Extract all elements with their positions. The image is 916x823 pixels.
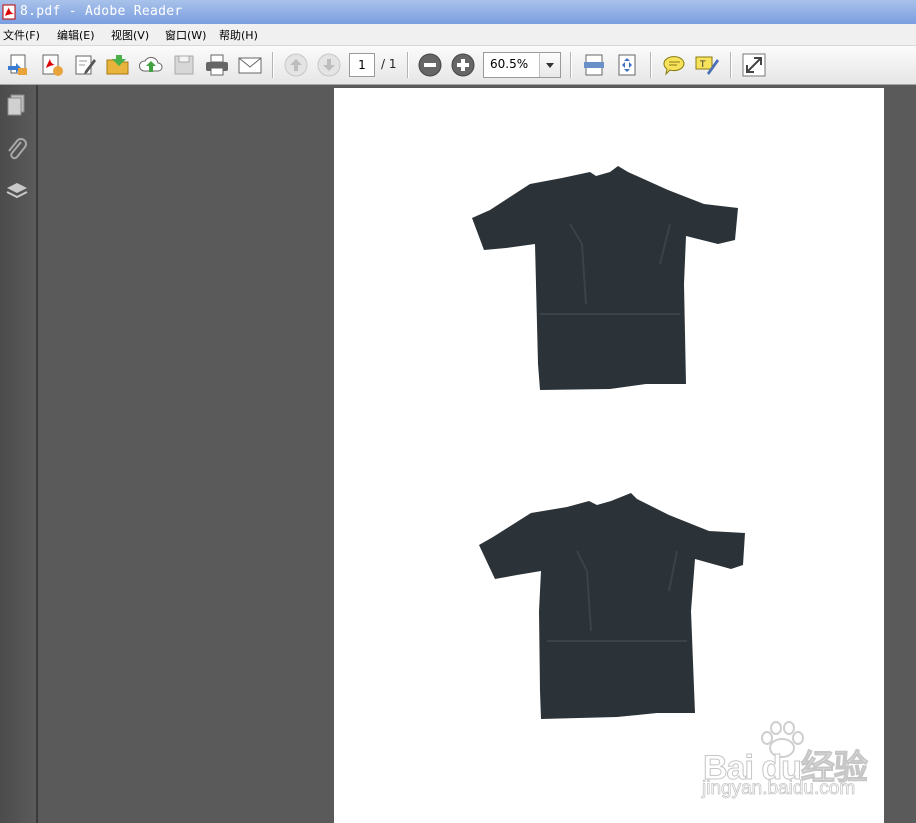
- zoom-select[interactable]: 60.5%: [483, 52, 561, 78]
- highlight-icon[interactable]: T: [693, 51, 721, 79]
- toolbar: T: [0, 46, 916, 85]
- menu-edit[interactable]: 编辑(E): [57, 27, 95, 43]
- svg-text:T: T: [699, 60, 706, 70]
- title-bar: 8.pdf - Adobe Reader: [0, 0, 916, 24]
- menu-view[interactable]: 视图(V): [111, 27, 149, 43]
- zoom-in-icon[interactable]: [449, 51, 477, 79]
- create-pdf-icon[interactable]: [5, 51, 33, 79]
- toolbar-separator: [570, 52, 572, 78]
- convert-icon[interactable]: [38, 51, 66, 79]
- attachments-icon[interactable]: [4, 136, 30, 162]
- toolbar-separator: [650, 52, 652, 78]
- menu-file[interactable]: 文件(F): [3, 27, 40, 43]
- save-icon[interactable]: [170, 51, 198, 79]
- fit-page-icon[interactable]: [613, 51, 641, 79]
- tshirt-image: [472, 166, 738, 390]
- tshirt-image: [479, 493, 745, 719]
- watermark-url: jingyan.baidu.com: [702, 778, 856, 800]
- menu-bar: 文件(F) 编辑(E) 视图(V) 窗口(W) 帮助(H): [0, 24, 916, 46]
- toolbar-separator: [730, 52, 732, 78]
- print-icon[interactable]: [203, 51, 231, 79]
- window-title: 8.pdf - Adobe Reader: [20, 4, 183, 19]
- navigation-pane: [0, 85, 38, 823]
- toolbar-separator: [272, 52, 274, 78]
- zoom-value: 60.5%: [490, 57, 529, 71]
- page-total-label: / 1: [381, 57, 397, 71]
- fullscreen-icon[interactable]: [740, 51, 768, 79]
- fit-width-icon[interactable]: [580, 51, 608, 79]
- upload-icon[interactable]: [137, 51, 165, 79]
- comment-icon[interactable]: [660, 51, 688, 79]
- baidu-watermark: Bai du经验 jingyan.baidu.com: [700, 720, 870, 810]
- open-icon[interactable]: [104, 51, 132, 79]
- layers-icon[interactable]: [4, 178, 30, 204]
- pages-icon[interactable]: [4, 92, 30, 118]
- previous-page-icon[interactable]: [282, 51, 310, 79]
- pdf-page[interactable]: [334, 88, 884, 823]
- email-icon[interactable]: [236, 51, 264, 79]
- chevron-down-icon: [546, 63, 554, 68]
- edit-icon[interactable]: [71, 51, 99, 79]
- menu-window[interactable]: 窗口(W): [165, 27, 206, 43]
- adobe-reader-icon: [2, 4, 16, 20]
- page-number-input[interactable]: 1: [349, 53, 375, 77]
- zoom-dropdown-button[interactable]: [539, 53, 560, 77]
- next-page-icon[interactable]: [315, 51, 343, 79]
- zoom-out-icon[interactable]: [416, 51, 444, 79]
- menu-help[interactable]: 帮助(H): [219, 27, 258, 43]
- toolbar-separator: [407, 52, 409, 78]
